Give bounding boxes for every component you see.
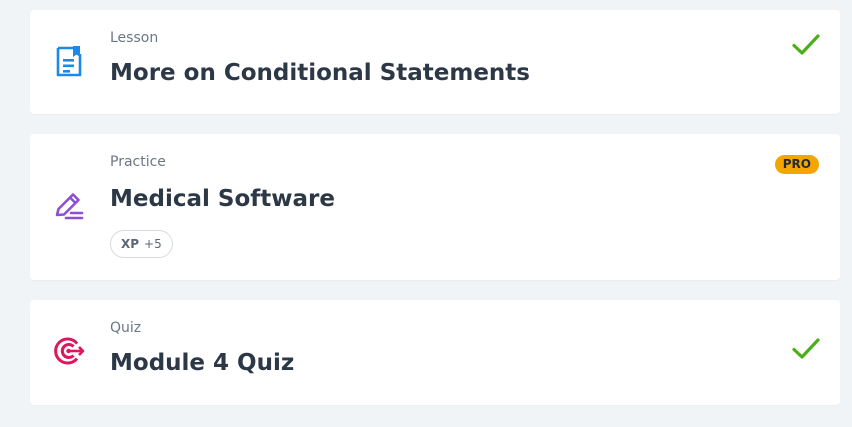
xp-reward-pill: XP +5 xyxy=(110,230,173,258)
item-type-label: Quiz xyxy=(110,320,142,336)
xp-label: XP xyxy=(121,237,140,251)
item-title[interactable]: More on Conditional Statements xyxy=(110,60,530,86)
item-type-label: Practice xyxy=(110,154,166,170)
lesson-card[interactable]: Lesson More on Conditional Statements xyxy=(30,10,840,114)
lesson-document-icon xyxy=(56,46,82,77)
practice-pencil-icon xyxy=(55,193,84,220)
item-title[interactable]: Module 4 Quiz xyxy=(110,350,294,376)
practice-card[interactable]: Practice Medical Software PRO XP +5 xyxy=(30,134,840,280)
quiz-target-icon xyxy=(54,337,85,365)
quiz-card[interactable]: Quiz Module 4 Quiz xyxy=(30,300,840,405)
checkmark-icon xyxy=(792,338,820,359)
xp-value: +5 xyxy=(144,237,162,251)
checkmark-icon xyxy=(792,34,820,55)
pro-badge: PRO xyxy=(774,155,819,174)
item-type-label: Lesson xyxy=(110,30,159,46)
item-title[interactable]: Medical Software xyxy=(110,186,335,212)
